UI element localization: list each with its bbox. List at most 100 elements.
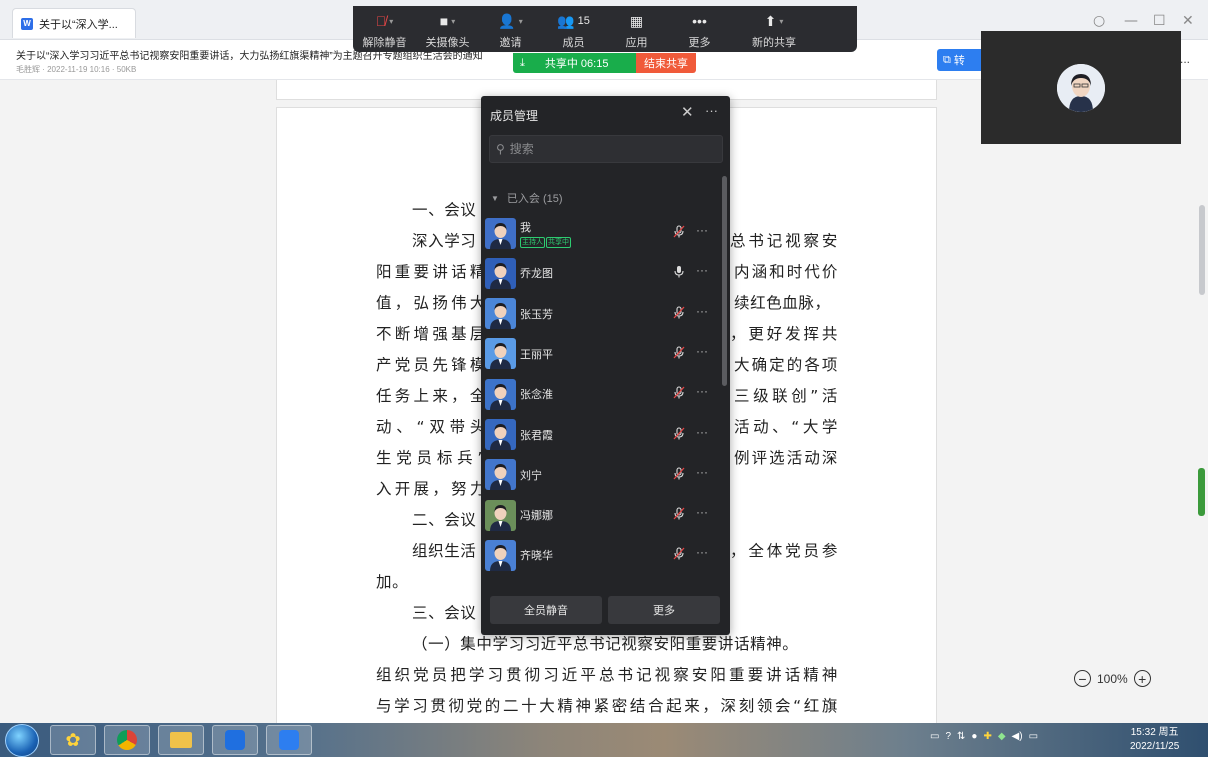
member-more-icon[interactable]: ··· (696, 465, 708, 479)
mic-muted-icon[interactable] (673, 467, 685, 483)
more-dots-icon: ••• (692, 13, 707, 29)
member-row[interactable]: 张念淮 ··· (485, 375, 721, 413)
camera-off-button[interactable]: ■ ▾ 关摄像头 (416, 6, 479, 52)
document-text-line: 总书记视察安 (730, 232, 838, 250)
document-text-line: ，全体党员参 (730, 542, 838, 560)
close-icon[interactable]: ✕ (1182, 13, 1194, 29)
mic-icon[interactable] (673, 265, 685, 281)
caret-down-icon: ▼ (491, 193, 499, 203)
status-badge: 主持人 (520, 236, 545, 248)
close-icon[interactable]: ✕ (681, 103, 694, 121)
maximize-icon[interactable]: ☐ (1153, 13, 1166, 29)
document-tab[interactable]: W 关于以“深入学... (12, 8, 136, 38)
member-more-icon[interactable]: ··· (696, 304, 708, 318)
member-row[interactable]: 王丽平 ··· (485, 335, 721, 373)
member-more-icon[interactable]: ··· (696, 545, 708, 559)
member-more-icon[interactable]: ··· (696, 425, 708, 439)
more-dots-icon[interactable]: ··· (705, 103, 718, 118)
taskbar-app-1[interactable]: ✿ (50, 725, 96, 755)
member-row[interactable]: 我主持人 共享中 ··· (485, 214, 721, 252)
new-share-button[interactable]: ⬆ ▾ 新的共享 (731, 6, 817, 52)
invite-button[interactable]: 👤 ▾ 邀请 (479, 6, 542, 52)
member-name: 张念淮 (520, 389, 553, 402)
minimize-icon[interactable]: — (1124, 13, 1138, 29)
mute-all-button[interactable]: 全员静音 (490, 596, 602, 624)
zoom-out-button[interactable]: − (1074, 670, 1091, 687)
zoom-in-button[interactable]: + (1133, 670, 1151, 687)
member-more-icon[interactable]: ··· (696, 505, 708, 519)
shield-icon[interactable]: ◆ (998, 731, 1006, 742)
member-more-icon[interactable]: ··· (696, 263, 708, 277)
document-text-line: 大确定的各项 (734, 356, 838, 374)
member-info: 张念淮 (520, 386, 660, 402)
taskbar-meeting[interactable] (266, 725, 312, 755)
taskbar-explorer[interactable] (158, 725, 204, 755)
chevron-down-icon[interactable]: ▾ (451, 17, 455, 26)
apps-button[interactable]: ▦ 应用 (605, 6, 668, 52)
document-text-line: 三、会议 (412, 604, 477, 622)
member-row[interactable]: 刘宁 ··· (485, 456, 721, 494)
member-row[interactable]: 齐晓华 ··· (485, 536, 721, 574)
member-avatar (485, 539, 516, 571)
start-button[interactable] (5, 724, 39, 757)
word-doc-icon: W (21, 17, 33, 30)
member-more-icon[interactable]: ··· (696, 223, 708, 237)
members-button[interactable]: 👥 15 成员 (542, 6, 605, 52)
help-icon[interactable]: ? (945, 731, 951, 742)
member-management-panel: 成员管理 ✕ ··· ⚲ ▼ 已入会 (15) 我主持人共享中 ··· 乔龙图 ···… (481, 96, 730, 635)
side-scroll-indicator[interactable] (1198, 468, 1205, 516)
mic-muted-icon[interactable] (673, 386, 685, 402)
member-row[interactable]: 张君霞 ··· (485, 416, 721, 454)
restore-icon[interactable]: ○ (1093, 13, 1105, 29)
member-more-icon[interactable]: ··· (696, 384, 708, 398)
convert-label: 转 (953, 55, 965, 67)
more-button[interactable]: ••• 更多 (668, 6, 731, 52)
document-text-line: （一）集中学习习近平总书记视察安阳重要讲话精神。 (412, 635, 799, 653)
member-name: 冯娜娜 (520, 510, 553, 523)
system-clock[interactable]: 15:32 周五 2022/11/25 (1130, 726, 1179, 754)
keyboard-icon[interactable]: ▭ (930, 731, 939, 742)
document-scrollbar[interactable] (1199, 205, 1205, 295)
document-text-line: 活动、“大学 (734, 418, 838, 436)
new-share-label: 新的共享 (752, 37, 796, 49)
security-icon[interactable]: ✚ (983, 731, 991, 742)
chevron-down-icon[interactable]: ▾ (519, 17, 523, 26)
apps-grid-icon: ▦ (629, 12, 644, 29)
mic-muted-icon[interactable] (673, 346, 685, 362)
share-timer[interactable]: ⤓ 共享中 06:15 (513, 53, 636, 73)
action-center-icon[interactable]: ▭ (1029, 731, 1038, 742)
document-text-line: 加。 (376, 573, 409, 591)
convert-button[interactable]: ⧉ 转 (937, 49, 981, 71)
mic-muted-icon[interactable] (673, 507, 685, 523)
self-video-tile[interactable] (981, 31, 1181, 144)
mic-muted-icon[interactable] (673, 547, 685, 563)
member-row[interactable]: 乔龙图 ··· (485, 254, 721, 292)
network-icon[interactable]: ⇅ (957, 731, 965, 742)
joined-group-header[interactable]: ▼ 已入会 (15) (491, 190, 563, 206)
search-input[interactable] (509, 142, 710, 156)
chevron-down-icon[interactable]: ▾ (779, 17, 783, 26)
header-more-button[interactable]: ... (1180, 52, 1190, 66)
member-info: 王丽平 (520, 346, 660, 362)
mic-muted-icon[interactable] (673, 225, 685, 241)
end-share-button[interactable]: 结束共享 (636, 53, 696, 73)
document-text-line: 组织党员把学习贯彻习近平总书记视察安阳重要讲话精神 (376, 666, 838, 684)
member-info: 张玉芳 (520, 306, 660, 322)
mic-muted-icon[interactable] (673, 306, 685, 322)
member-row[interactable]: 冯娜娜 ··· (485, 496, 721, 534)
members-icon: 👥 (557, 12, 575, 29)
taskbar-app-4[interactable] (212, 725, 258, 755)
more-members-button[interactable]: 更多 (608, 596, 720, 624)
status-badge: 共享中 (546, 236, 571, 248)
taskbar-chrome[interactable] (104, 725, 150, 755)
video-camera-icon (279, 730, 299, 750)
unmute-button[interactable]: 🎙̸ ▾ 解除静音 (353, 6, 416, 52)
member-more-icon[interactable]: ··· (696, 344, 708, 358)
member-list-scrollbar[interactable] (722, 176, 727, 386)
member-row[interactable]: 张玉芳 ··· (485, 295, 721, 333)
volume-icon[interactable]: ◀) (1012, 731, 1023, 742)
member-search[interactable]: ⚲ (489, 135, 723, 163)
chevron-down-icon[interactable]: ▾ (389, 17, 393, 26)
mic-muted-icon[interactable] (673, 426, 685, 443)
wechat-icon[interactable]: ● (971, 731, 977, 742)
